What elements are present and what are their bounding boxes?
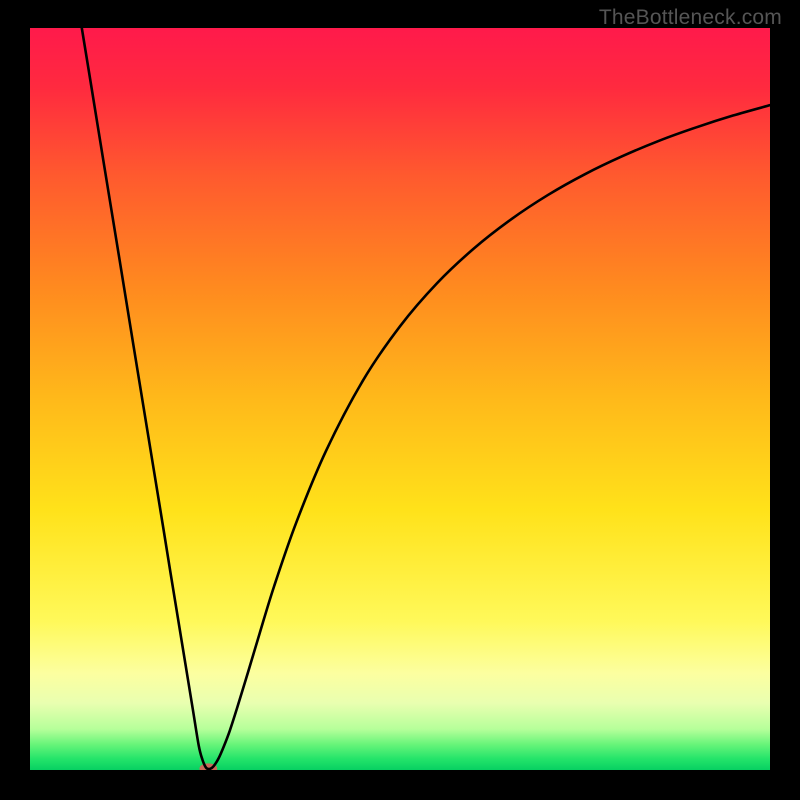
watermark-text: TheBottleneck.com	[599, 6, 782, 30]
chart-frame: TheBottleneck.com	[0, 0, 800, 800]
chart-plot-area	[30, 28, 770, 770]
chart-svg	[30, 28, 770, 770]
